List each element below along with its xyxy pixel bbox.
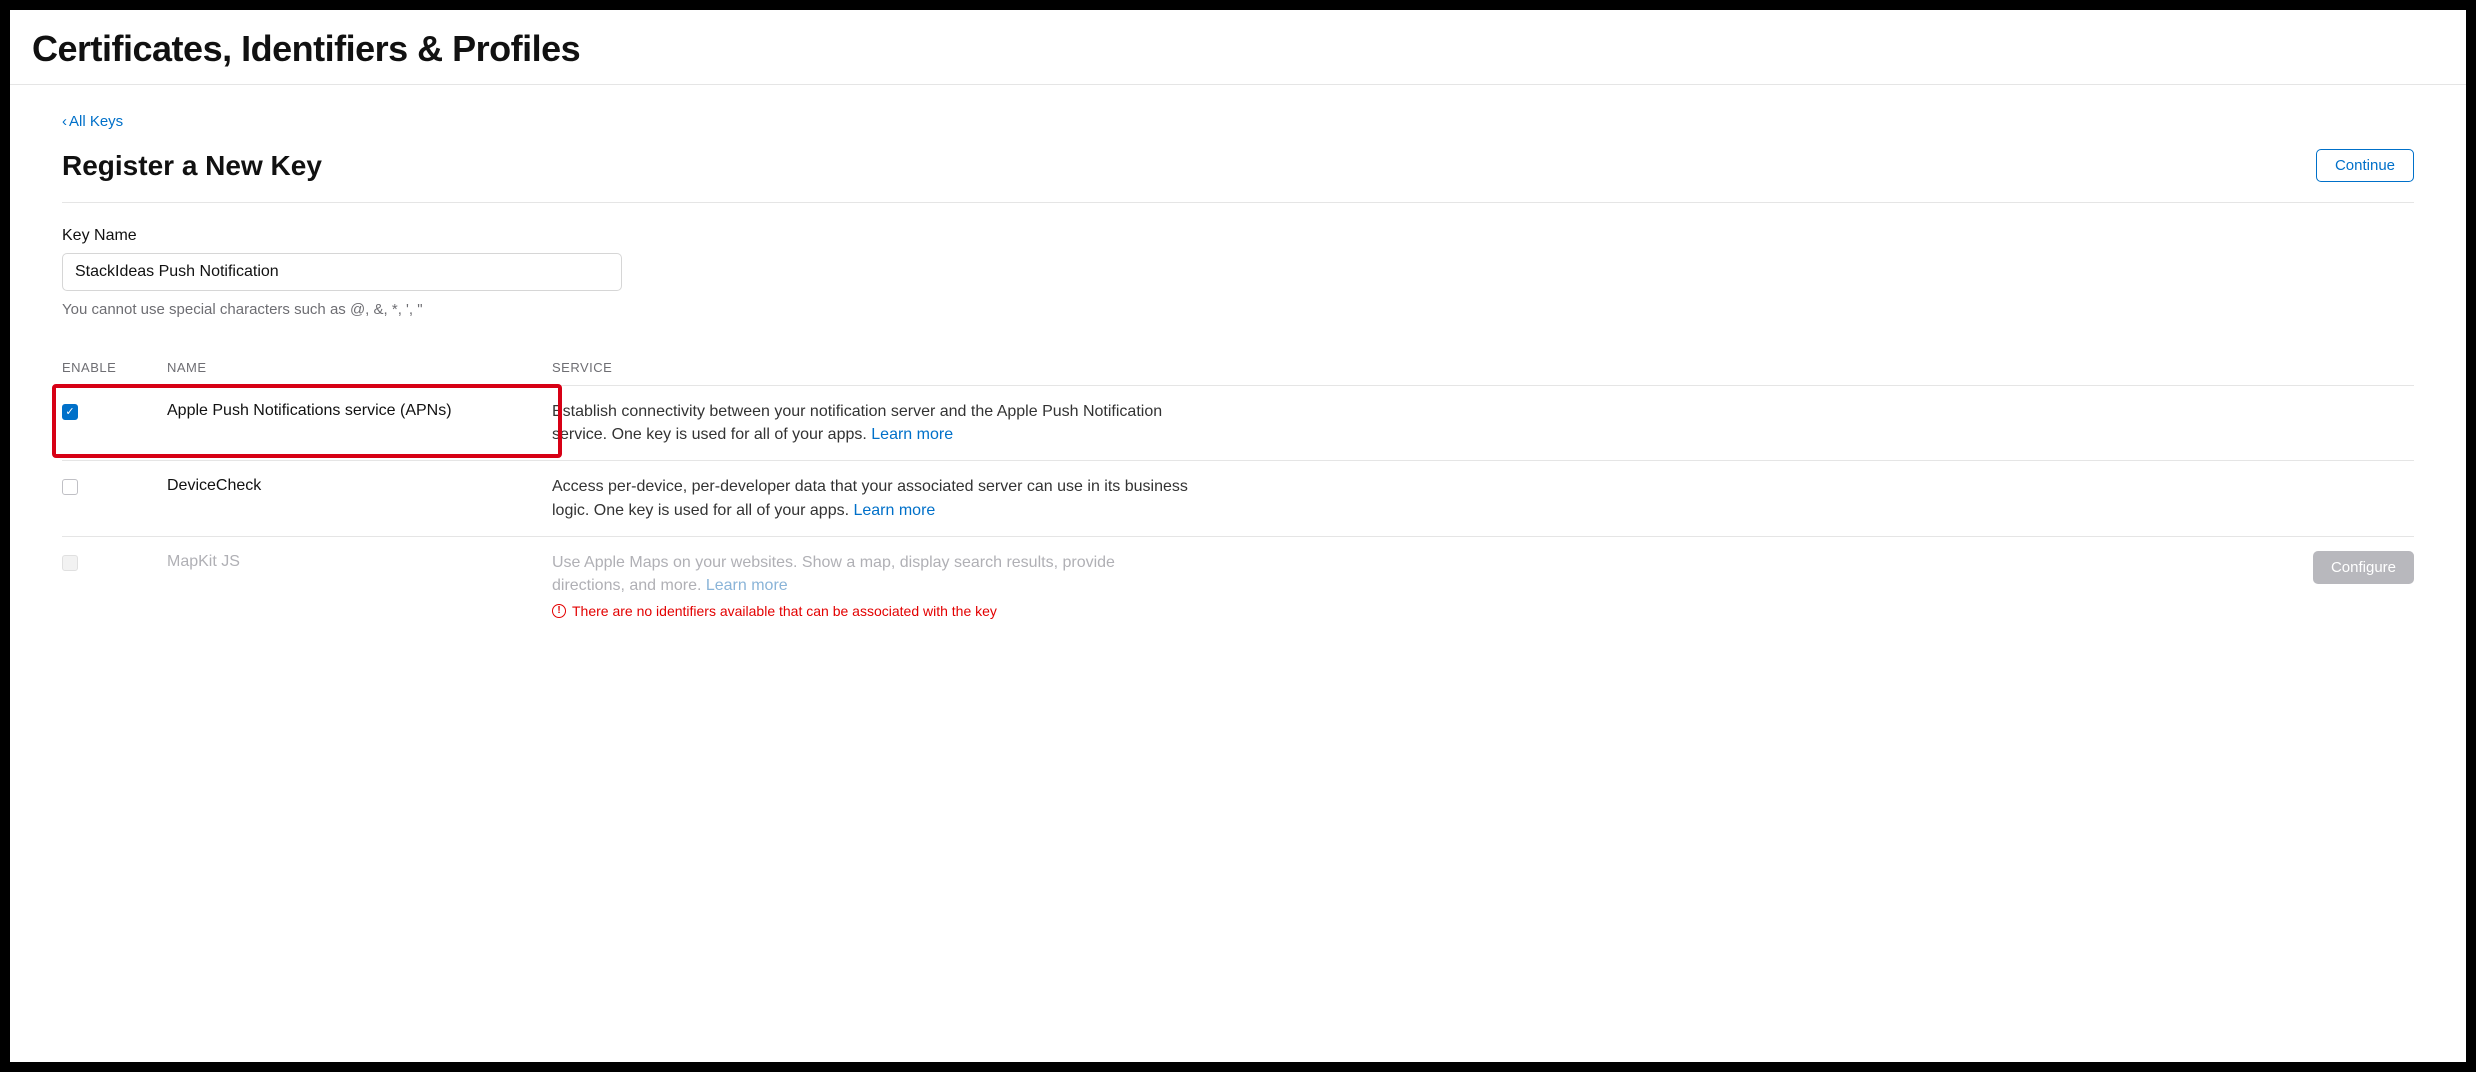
key-name-hint: You cannot use special characters such a… <box>62 301 2414 318</box>
service-action-cell: Configure <box>2264 551 2414 584</box>
services-table: ENABLE NAME SERVICE ✓ Apple Push Notifica… <box>62 360 2414 633</box>
warning-icon: ! <box>552 604 566 618</box>
service-warning-text: There are no identifiers available that … <box>572 603 997 619</box>
key-name-input[interactable] <box>62 253 622 291</box>
service-enable-cell <box>62 551 167 576</box>
enable-checkbox-devicecheck[interactable] <box>62 479 78 495</box>
service-warning: ! There are no identifiers available that… <box>552 603 2244 619</box>
services-header-row: ENABLE NAME SERVICE <box>62 360 2414 385</box>
chevron-left-icon: ‹ <box>62 113 67 130</box>
service-description-cell: Establish connectivity between your noti… <box>552 400 2264 446</box>
service-name-cell: MapKit JS <box>167 551 552 571</box>
service-name-cell: DeviceCheck <box>167 475 552 495</box>
enable-checkbox-mapkitjs <box>62 555 78 571</box>
content-area: ‹ All Keys Register a New Key Continue K… <box>10 85 2466 633</box>
service-name-label: Apple Push Notifications service (APNs) <box>167 400 552 420</box>
section-header: Register a New Key Continue <box>62 149 2414 203</box>
page-title: Certificates, Identifiers & Profiles <box>10 10 2466 85</box>
service-name-label: DeviceCheck <box>167 475 552 495</box>
service-row-apns: ✓ Apple Push Notifications service (APNs)… <box>62 385 2414 460</box>
service-description: Use Apple Maps on your websites. Show a … <box>552 551 1192 597</box>
service-enable-cell: ✓ <box>62 400 167 420</box>
section-title: Register a New Key <box>62 150 322 182</box>
back-link-label: All Keys <box>69 113 123 130</box>
col-header-enable: ENABLE <box>62 360 167 375</box>
highlight-annotation <box>52 384 562 458</box>
service-name-label: MapKit JS <box>167 551 552 571</box>
col-header-name: NAME <box>167 360 552 375</box>
app-frame: Certificates, Identifiers & Profiles ‹ A… <box>10 10 2466 1062</box>
configure-button-mapkitjs: Configure <box>2313 551 2414 584</box>
service-description-cell: Use Apple Maps on your websites. Show a … <box>552 551 2264 619</box>
service-enable-cell <box>62 475 167 500</box>
back-link-all-keys[interactable]: ‹ All Keys <box>62 113 123 130</box>
continue-button[interactable]: Continue <box>2316 149 2414 182</box>
col-header-service: SERVICE <box>552 360 2414 375</box>
learn-more-link-apns[interactable]: Learn more <box>871 426 953 443</box>
key-name-label: Key Name <box>62 227 2414 245</box>
learn-more-link-devicecheck[interactable]: Learn more <box>853 502 935 519</box>
service-row-mapkitjs: MapKit JSUse Apple Maps on your websites… <box>62 536 2414 633</box>
service-description: Access per-device, per-developer data th… <box>552 475 1192 521</box>
service-description: Establish connectivity between your noti… <box>552 400 1192 446</box>
service-description-cell: Access per-device, per-developer data th… <box>552 475 2264 521</box>
service-row-devicecheck: DeviceCheckAccess per-device, per-develo… <box>62 460 2414 535</box>
service-name-cell: Apple Push Notifications service (APNs) <box>167 400 552 420</box>
enable-checkbox-apns[interactable]: ✓ <box>62 404 78 420</box>
key-name-field: Key Name You cannot use special characte… <box>62 227 2414 318</box>
learn-more-link-mapkitjs: Learn more <box>706 577 788 594</box>
